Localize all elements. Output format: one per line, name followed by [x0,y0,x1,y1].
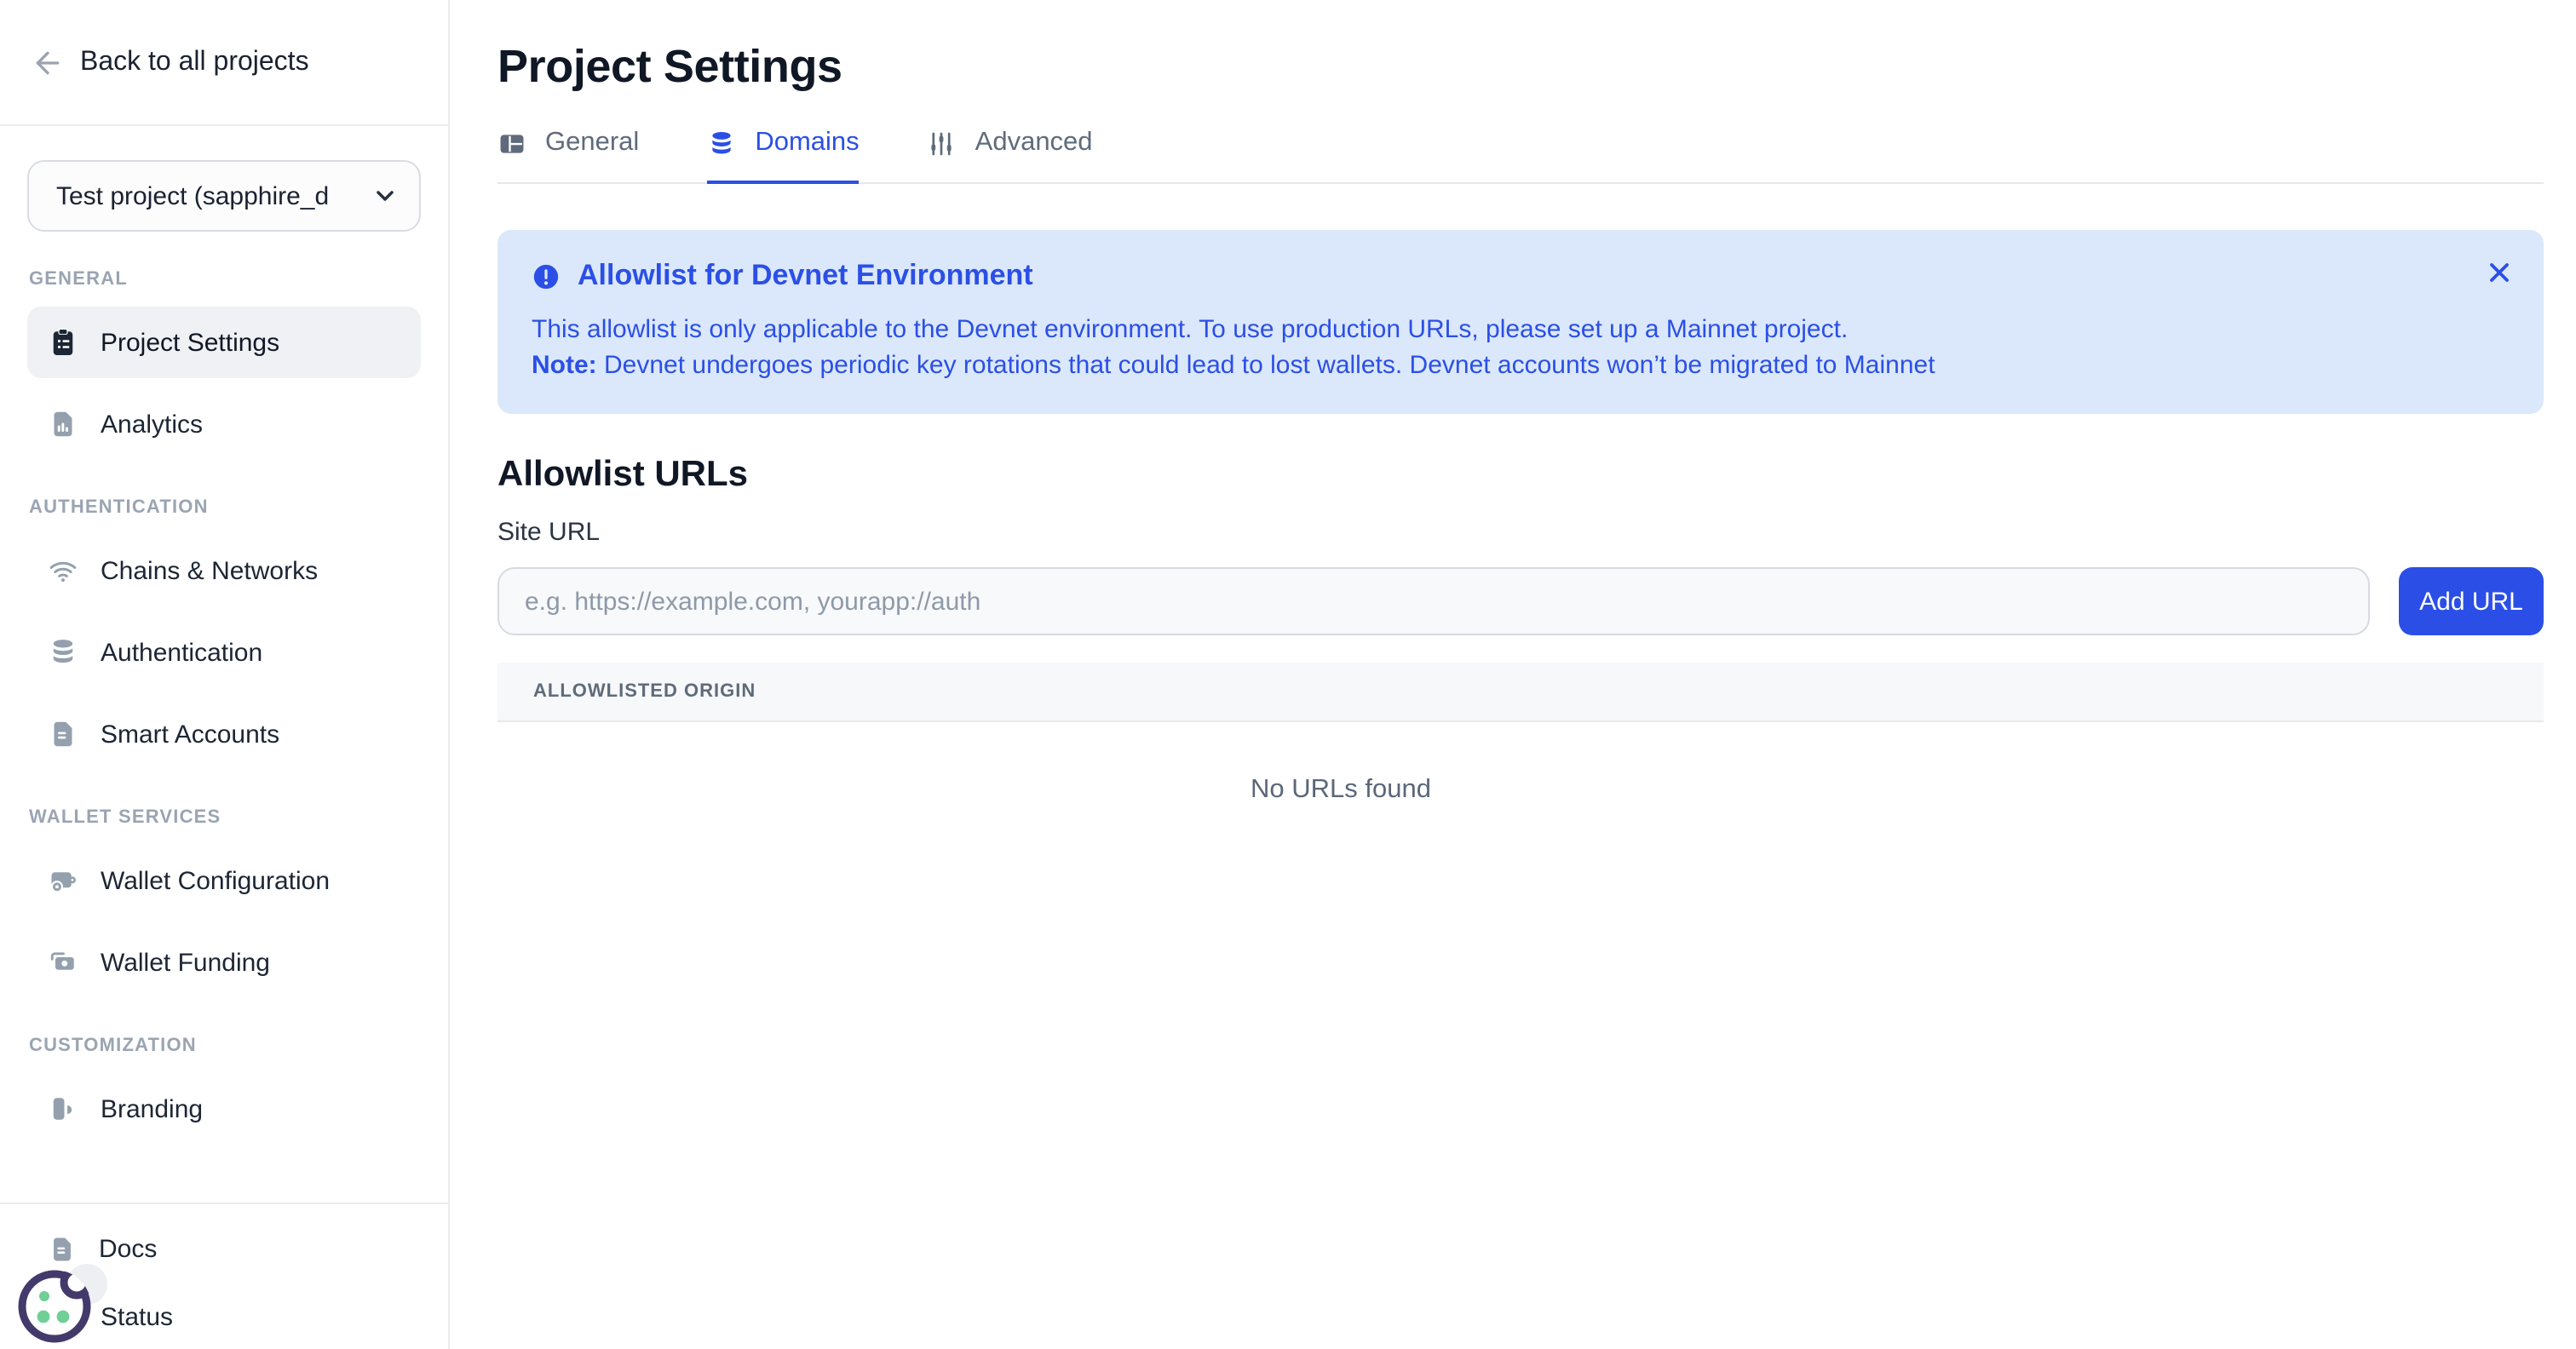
allowlisted-origins-table: ALLOWLISTED ORIGIN No URLs found [497,663,2544,806]
analytics-icon [48,409,78,439]
wifi-icon [48,555,78,586]
database-icon [707,129,736,158]
clipboard-icon [48,327,78,358]
sidebar-item-label: Authentication [101,638,262,667]
banner-body: This allowlist is only applicable to the… [532,312,2510,383]
cookie-consent-widget[interactable] [0,1262,112,1349]
tab-label: Domains [755,128,859,158]
sidebar-item-smart-accounts[interactable]: Smart Accounts [27,698,421,770]
empty-state-text: No URLs found [1251,775,1431,804]
table-header-allowlisted-origin: ALLOWLISTED ORIGIN [533,681,756,702]
sidebar-item-label: Wallet Funding [101,948,270,977]
app-window: Back to all projects Test project (sapph… [0,0,2576,1349]
page-title: Project Settings [497,41,2544,94]
sidebar-item-label: Project Settings [101,328,279,357]
tab-advanced[interactable]: Advanced [928,128,1093,184]
main-content: Project Settings General Domains [450,0,2576,1349]
wallet-gear-icon [48,865,78,896]
chevron-down-icon [371,182,399,210]
table-empty-state: No URLs found [497,722,2184,806]
back-to-projects-button[interactable]: Back to all projects [0,0,448,80]
close-icon [2484,257,2515,288]
section-label-general: GENERAL [29,269,421,290]
sidebar-item-wallet-configuration[interactable]: Wallet Configuration [27,845,421,916]
banner-note-label: Note: [532,351,597,380]
tab-general[interactable]: General [497,128,639,184]
sidebar-item-analytics[interactable]: Analytics [27,388,421,460]
devnet-allowlist-banner: Allowlist for Devnet Environment This al… [497,230,2544,414]
sidebar-item-branding[interactable]: Branding [27,1073,421,1145]
sidebar-item-chains-networks[interactable]: Chains & Networks [27,535,421,606]
banner-title: Allowlist for Devnet Environment [578,259,1033,293]
table-icon [497,129,526,158]
wallet-funding-icon [48,947,78,978]
back-label: Back to all projects [80,48,309,78]
section-label-wallet-services: WALLET SERVICES [29,807,421,828]
docs-icon [48,1234,77,1263]
branding-icon [48,1094,78,1124]
table-header-row: ALLOWLISTED ORIGIN [497,663,2544,722]
arrow-left-icon [31,46,65,80]
sidebar-item-label: Branding [101,1094,203,1123]
sidebar: Back to all projects Test project (sapph… [0,0,450,1349]
sidebar-item-wallet-funding[interactable]: Wallet Funding [27,927,421,998]
sliders-icon [928,129,957,158]
sidebar-item-label: Wallet Configuration [101,866,330,895]
sidebar-item-project-settings[interactable]: Project Settings [27,307,421,378]
sidebar-item-authentication[interactable]: Authentication [27,617,421,688]
tab-bar: General Domains Advanced [497,128,2544,184]
sidebar-item-label: Docs [99,1234,157,1263]
allowlist-urls-heading: Allowlist URLs [497,455,2544,496]
section-label-authentication: AUTHENTICATION [29,497,421,518]
banner-line1: This allowlist is only applicable to the… [532,312,2510,347]
section-label-customization: CUSTOMIZATION [29,1036,421,1056]
sidebar-item-label: Smart Accounts [101,720,279,749]
database-icon [48,637,78,668]
sidebar-item-label: Analytics [101,410,203,439]
tab-label: Advanced [975,128,1093,158]
site-url-label: Site URL [497,518,2544,547]
document-icon [48,719,78,749]
sidebar-nav: GENERAL Project Settings [0,269,448,1145]
tab-label: General [545,128,639,158]
project-selector-dropdown[interactable]: Test project (sapphire_d [27,160,421,232]
project-selector-value: Test project (sapphire_d [56,181,365,210]
status-cookie-icon [0,1262,112,1349]
sidebar-item-label: Chains & Networks [101,556,318,585]
banner-close-button[interactable] [2479,252,2520,293]
banner-note-line: Note: Devnet undergoes periodic key rota… [532,347,2510,383]
alert-info-icon [532,261,561,290]
site-url-input[interactable] [497,567,2370,635]
add-url-button[interactable]: Add URL [2399,567,2544,635]
tab-domains[interactable]: Domains [707,128,859,184]
banner-note-text: Devnet undergoes periodic key rotations … [597,351,1935,380]
